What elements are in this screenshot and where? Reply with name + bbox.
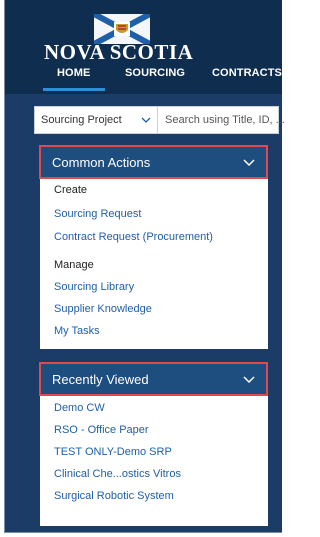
supplier-knowledge-link[interactable]: Supplier Knowledge — [54, 303, 152, 315]
search-type-value: Sourcing Project — [41, 114, 122, 126]
search-bar: Sourcing Project Search using Title, ID,… — [34, 106, 285, 134]
recently-viewed-panel: Demo CW RSO - Office Paper TEST ONLY-Dem… — [40, 396, 268, 526]
nav-home[interactable]: HOME — [57, 67, 90, 79]
search-input[interactable]: Search using Title, ID, ... — [165, 114, 285, 126]
chevron-down-icon — [141, 117, 151, 123]
nav-active-indicator — [43, 88, 105, 91]
create-label: Create — [54, 184, 88, 196]
common-actions-title: Common Actions — [52, 155, 151, 170]
my-tasks-link[interactable]: My Tasks — [54, 325, 100, 337]
recent-item[interactable]: Demo CW — [54, 402, 105, 414]
contract-request-link[interactable]: Contract Request (Procurement) — [54, 231, 213, 243]
sourcing-library-link[interactable]: Sourcing Library — [54, 281, 134, 293]
recent-item[interactable]: RSO - Office Paper — [54, 424, 149, 436]
recently-viewed-title: Recently Viewed — [52, 372, 149, 387]
recent-item[interactable]: TEST ONLY-Demo SRP — [54, 446, 172, 458]
manage-label: Manage — [54, 259, 94, 271]
recently-viewed-header[interactable]: Recently Viewed — [39, 362, 268, 396]
sourcing-request-link[interactable]: Sourcing Request — [54, 208, 141, 220]
common-actions-panel: Create Sourcing Request Contract Request… — [40, 179, 268, 349]
chevron-down-icon — [243, 159, 255, 167]
recent-item[interactable]: Clinical Che...ostics Vitros — [54, 468, 181, 480]
nav-sourcing[interactable]: SOURCING — [125, 67, 185, 79]
main-nav: HOME SOURCING CONTRACTS — [5, 65, 282, 91]
chevron-down-icon — [243, 376, 255, 384]
search-type-select[interactable]: Sourcing Project — [35, 107, 158, 133]
top-header: NOVA SCOTIA HOME SOURCING CONTRACTS — [5, 0, 282, 94]
nav-contracts[interactable]: CONTRACTS — [212, 67, 282, 79]
recent-item[interactable]: Surgical Robotic System — [54, 490, 174, 502]
logo[interactable]: NOVA SCOTIA — [44, 14, 194, 64]
common-actions-header[interactable]: Common Actions — [39, 145, 268, 179]
logo-text: NOVA SCOTIA — [44, 40, 194, 64]
